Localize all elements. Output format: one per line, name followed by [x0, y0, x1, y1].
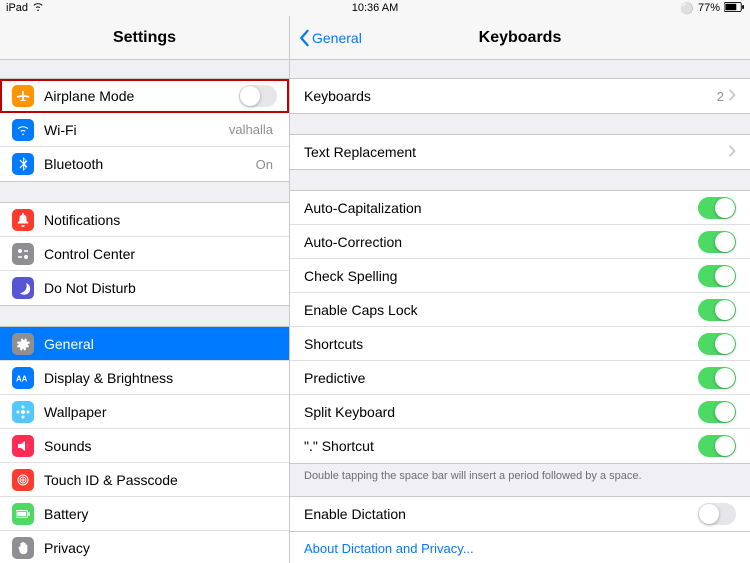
predictive-row[interactable]: Predictive [290, 361, 750, 395]
wifi-icon [12, 119, 34, 141]
row-label: Sounds [44, 438, 277, 454]
detail-header: General Keyboards [290, 16, 750, 60]
row-label: Wallpaper [44, 404, 277, 420]
row-value: On [256, 157, 273, 172]
battery-icon [724, 2, 744, 15]
auto-correction-row[interactable]: Auto-Correction [290, 225, 750, 259]
clock: 10:36 AM [352, 2, 398, 14]
check-spelling-row[interactable]: Check Spelling [290, 259, 750, 293]
general-row[interactable]: General [0, 327, 289, 361]
status-bar: iPad 10:36 AM ⚪ 77% [0, 0, 750, 16]
auto-capitalization-row[interactable]: Auto-Capitalization [290, 191, 750, 225]
finger-icon [12, 469, 34, 491]
text-replacement-row[interactable]: Text Replacement [290, 135, 750, 169]
toggle-switch[interactable] [698, 503, 736, 525]
notifications-row[interactable]: Notifications [0, 203, 289, 237]
row-label: Check Spelling [304, 268, 698, 284]
row-label: Keyboards [304, 88, 717, 104]
row-label: Shortcuts [304, 336, 698, 352]
row-label: Auto-Capitalization [304, 200, 698, 216]
gear-icon [12, 333, 34, 355]
row-label: Privacy [44, 540, 277, 556]
back-button[interactable]: General [298, 29, 362, 47]
display-brightness-row[interactable]: AA Display & Brightness [0, 361, 289, 395]
wi-fi-row[interactable]: Wi-Fivalhalla [0, 113, 289, 147]
row-label: Battery [44, 506, 277, 522]
enable-dictation-row[interactable]: Enable Dictation [290, 497, 750, 531]
row-label: Do Not Disturb [44, 280, 277, 296]
row-label: Control Center [44, 246, 277, 262]
row-label: Wi-Fi [44, 122, 229, 138]
toggle-switch[interactable] [698, 435, 736, 457]
svg-text:AA: AA [16, 374, 28, 383]
back-label: General [312, 30, 362, 46]
aa-icon: AA [12, 367, 34, 389]
control-center-row[interactable]: Control Center [0, 237, 289, 271]
row-value: valhalla [229, 122, 273, 137]
airplane-mode-row[interactable]: Airplane Mode [0, 79, 289, 113]
bell-icon [12, 209, 34, 231]
speaker-icon [12, 435, 34, 457]
bluetooth-icon: ⚪ [680, 2, 694, 15]
row-label: General [44, 336, 277, 352]
detail-pane: General Keyboards Keyboards2 Text Replac… [290, 16, 750, 563]
control-icon [12, 243, 34, 265]
enable-caps-lock-row[interactable]: Enable Caps Lock [290, 293, 750, 327]
row-label: Display & Brightness [44, 370, 277, 386]
keyboards-row[interactable]: Keyboards2 [290, 79, 750, 113]
wallpaper-row[interactable]: Wallpaper [0, 395, 289, 429]
row-label: Notifications [44, 212, 277, 228]
-shortcut-row[interactable]: "." Shortcut [290, 429, 750, 463]
battery-row[interactable]: Battery [0, 497, 289, 531]
split-keyboard-row[interactable]: Split Keyboard [290, 395, 750, 429]
toggle-switch[interactable] [698, 197, 736, 219]
toggle-switch[interactable] [698, 299, 736, 321]
toggle-switch[interactable] [698, 367, 736, 389]
sounds-row[interactable]: Sounds [0, 429, 289, 463]
device-label: iPad [6, 2, 28, 14]
row-label: Bluetooth [44, 156, 256, 172]
toggle-switch[interactable] [698, 265, 736, 287]
wifi-icon [32, 2, 44, 14]
do-not-disturb-row[interactable]: Do Not Disturb [0, 271, 289, 305]
settings-sidebar: Settings Airplane ModeWi-FivalhallaBluet… [0, 16, 290, 563]
row-label: Airplane Mode [44, 88, 239, 104]
airplane-icon [12, 85, 34, 107]
toggle-switch[interactable] [698, 401, 736, 423]
chevron-icon [728, 144, 736, 160]
row-label: Enable Dictation [304, 506, 698, 522]
dictation-privacy-link[interactable]: About Dictation and Privacy... [290, 532, 750, 563]
privacy-row[interactable]: Privacy [0, 531, 289, 563]
chevron-icon [728, 88, 736, 104]
detail-title: Keyboards [479, 29, 562, 47]
battery-icon [12, 503, 34, 525]
moon-icon [12, 277, 34, 299]
toggle-switch[interactable] [698, 333, 736, 355]
row-label: Predictive [304, 370, 698, 386]
sidebar-title: Settings [0, 16, 289, 60]
toggle-switch[interactable] [239, 85, 277, 107]
bluetooth-row[interactable]: BluetoothOn [0, 147, 289, 181]
row-label: "." Shortcut [304, 438, 698, 454]
row-label: Touch ID & Passcode [44, 472, 277, 488]
footer-note: Double tapping the space bar will insert… [290, 464, 750, 488]
toggle-switch[interactable] [698, 231, 736, 253]
touch-id-passcode-row[interactable]: Touch ID & Passcode [0, 463, 289, 497]
row-label: Auto-Correction [304, 234, 698, 250]
flower-icon [12, 401, 34, 423]
bluetooth-icon [12, 153, 34, 175]
battery-percent: 77% [698, 2, 720, 14]
row-label: Split Keyboard [304, 404, 698, 420]
row-value: 2 [717, 89, 724, 104]
row-label: Enable Caps Lock [304, 302, 698, 318]
hand-icon [12, 537, 34, 559]
row-label: Text Replacement [304, 144, 728, 160]
shortcuts-row[interactable]: Shortcuts [290, 327, 750, 361]
